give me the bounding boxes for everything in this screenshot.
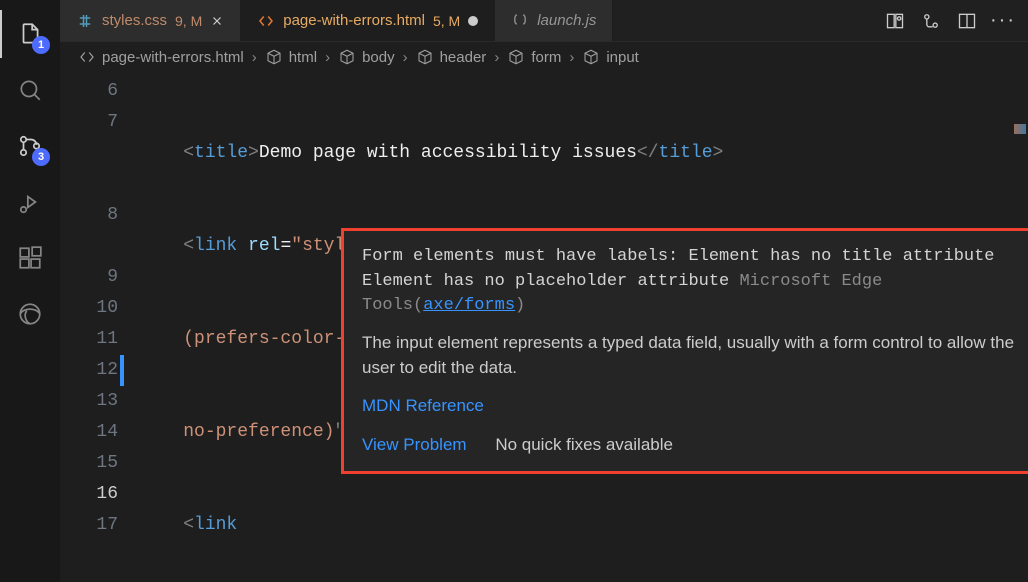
t: < [183, 143, 194, 163]
tab-launch-js[interactable]: launch.js [495, 0, 613, 41]
minimap-content [1014, 124, 1026, 134]
chevron-right-icon: › [325, 49, 330, 66]
t: = [280, 236, 291, 256]
activity-source-control[interactable]: 3 [6, 122, 54, 170]
css-file-icon [76, 12, 94, 30]
breadcrumb-label: form [531, 49, 561, 66]
line-number: 13 [60, 386, 118, 417]
tab-styles-css[interactable]: styles.css 9, M [60, 0, 241, 41]
cube-icon [265, 48, 283, 66]
breadcrumb-label: header [440, 49, 487, 66]
chevron-right-icon: › [494, 49, 499, 66]
breadcrumb-label: page-with-errors.html [102, 49, 244, 66]
tab-label: page-with-errors.html [283, 12, 425, 29]
tab-label: launch.js [537, 12, 596, 29]
mdn-reference-link[interactable]: MDN Reference [362, 396, 484, 415]
chevron-right-icon: › [569, 49, 574, 66]
activity-extensions[interactable] [6, 234, 54, 282]
t: rel [237, 236, 280, 256]
line-number: 9 [60, 262, 118, 293]
extensions-icon [17, 245, 43, 271]
activity-run-debug[interactable] [6, 178, 54, 226]
activity-search[interactable] [6, 66, 54, 114]
line-number: 11 [60, 324, 118, 355]
cube-icon [507, 48, 525, 66]
editor-area: styles.css 9, M page-with-errors.html 5,… [60, 0, 1028, 582]
chevron-right-icon: › [252, 49, 257, 66]
t: </ [637, 143, 659, 163]
tab-actions: ··· [870, 0, 1028, 41]
line-number: 15 [60, 448, 118, 479]
breadcrumb-item[interactable]: header [416, 48, 487, 66]
tab-page-with-errors[interactable]: page-with-errors.html 5, M [241, 0, 495, 41]
breadcrumb-item[interactable]: html [265, 48, 317, 66]
line-number: 7 [60, 107, 118, 200]
debug-icon [17, 189, 43, 215]
no-quick-fix-text: No quick fixes available [495, 435, 673, 454]
cube-icon [416, 48, 434, 66]
view-problem-link[interactable]: View Problem [362, 435, 467, 454]
breadcrumb-item[interactable]: input [582, 48, 639, 66]
scm-badge: 3 [32, 148, 50, 166]
gutter-decoration [120, 355, 124, 386]
line-number: 8 [60, 200, 118, 262]
t: Demo page with accessibility issues [259, 143, 637, 163]
diagnostic-text: Form elements must have labels: Element … [362, 247, 995, 291]
cube-icon [582, 48, 600, 66]
code-icon [78, 48, 96, 66]
edge-icon [17, 301, 43, 327]
cube-icon [338, 48, 356, 66]
diagnostic-rule-link[interactable]: axe/forms [423, 296, 515, 315]
line-gutter: 6 7 8 9 10 11 12 13 14 15 16 17 [60, 72, 140, 582]
close-icon[interactable] [210, 14, 224, 28]
tab-status: 5, M [433, 13, 460, 29]
t: > [248, 143, 259, 163]
line-number: 17 [60, 510, 118, 541]
chevron-right-icon: › [403, 49, 408, 66]
t: < [183, 515, 194, 535]
t: ( [413, 296, 423, 315]
t: title [659, 143, 713, 163]
line-number: 6 [60, 76, 118, 107]
line-number: 14 [60, 417, 118, 448]
unsaved-dot-icon[interactable] [468, 16, 478, 26]
breadcrumb-label: body [362, 49, 395, 66]
line-number: 16 [60, 479, 118, 510]
element-description: The input element represents a typed dat… [362, 331, 1028, 380]
t: title [194, 143, 248, 163]
breadcrumb-item[interactable]: body [338, 48, 395, 66]
json-file-icon [511, 12, 529, 30]
diagnostic-hover: Form elements must have labels: Element … [341, 228, 1028, 474]
breadcrumb-item[interactable]: page-with-errors.html [78, 48, 244, 66]
breadcrumb-item[interactable]: form [507, 48, 561, 66]
breadcrumb-label: input [606, 49, 639, 66]
open-preview-icon[interactable] [884, 10, 906, 32]
line-number: 10 [60, 293, 118, 324]
tab-status: 9, M [175, 13, 202, 29]
t: no-preference) [183, 422, 334, 442]
search-icon [17, 77, 43, 103]
split-editor-icon[interactable] [956, 10, 978, 32]
breadcrumb: page-with-errors.html › html › body › he… [60, 42, 1028, 72]
more-actions-icon[interactable]: ··· [992, 10, 1014, 32]
tab-label: styles.css [102, 12, 167, 29]
t: < [183, 236, 194, 256]
html-file-icon [257, 12, 275, 30]
diagnostic-message: Form elements must have labels: Element … [362, 245, 1028, 319]
tab-bar: styles.css 9, M page-with-errors.html 5,… [60, 0, 1028, 42]
t: > [713, 143, 724, 163]
activity-edge-tools[interactable] [6, 290, 54, 338]
activity-explorer[interactable]: 1 [6, 10, 54, 58]
explorer-badge: 1 [32, 36, 50, 54]
line-number: 12 [60, 355, 118, 386]
t: link [194, 515, 237, 535]
t: ) [515, 296, 525, 315]
breadcrumb-label: html [289, 49, 317, 66]
t: link [194, 236, 237, 256]
activity-bar: 1 3 [0, 0, 60, 582]
compare-icon[interactable] [920, 10, 942, 32]
